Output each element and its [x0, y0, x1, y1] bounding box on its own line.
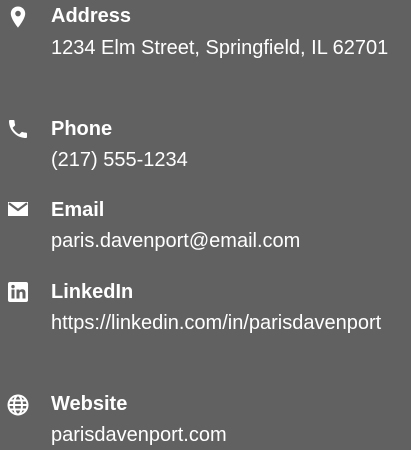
phone-label: Phone: [51, 118, 113, 140]
phone-icon: [6, 117, 30, 141]
map-marker-icon: [6, 5, 30, 29]
address-value: 1234 Elm Street, Springfield, IL 62701: [51, 37, 389, 59]
linkedin-icon: [6, 280, 30, 304]
linkedin-label: LinkedIn: [51, 281, 134, 303]
email-label: Email: [51, 199, 105, 221]
envelope-icon: [6, 197, 30, 221]
globe-icon: [6, 393, 30, 417]
address-label: Address: [51, 5, 132, 27]
website-label: Website: [51, 393, 128, 415]
email-value[interactable]: paris.davenport@email.com: [51, 226, 396, 256]
linkedin-value[interactable]: https://linkedin.com/in/parisdavenport: [51, 308, 396, 338]
phone-value[interactable]: (217) 555-1234: [51, 145, 396, 175]
website-value[interactable]: parisdavenport.com: [51, 420, 396, 450]
